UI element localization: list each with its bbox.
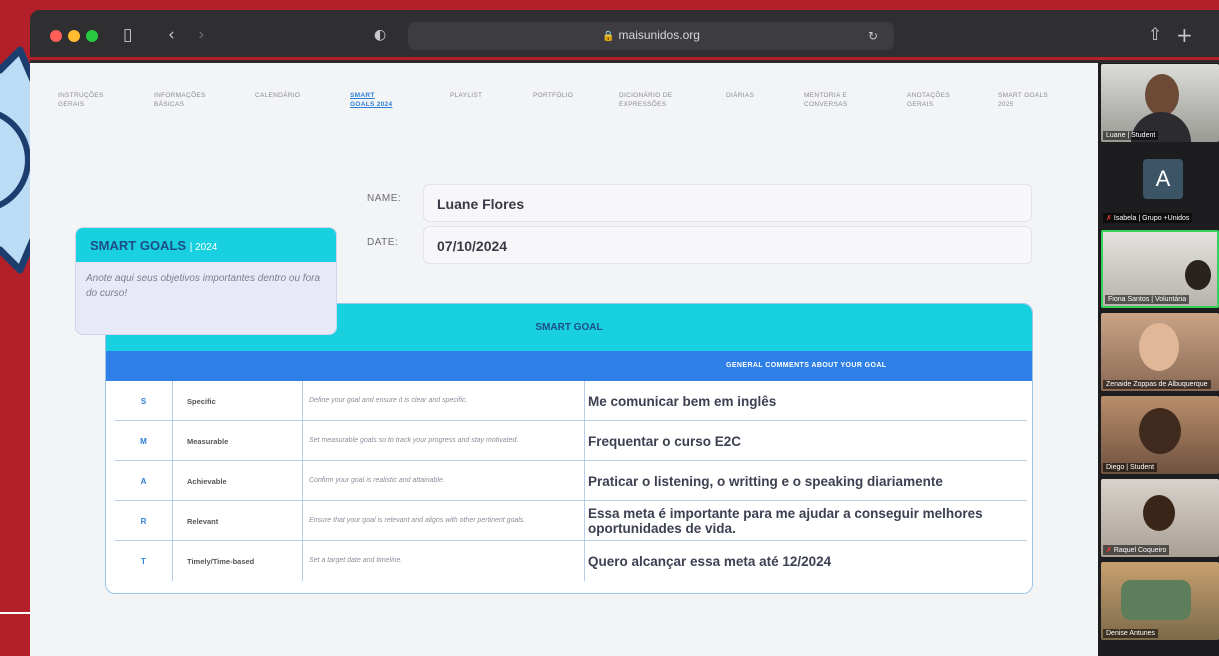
table-row: R Relevant Ensure that your goal is rele…	[115, 501, 1027, 541]
row-description: Define your goal and ensure it is clear …	[303, 381, 585, 421]
shield-icon[interactable]: ◐	[374, 23, 386, 47]
participant-name: Zenaide Zoppas de Albuquerque	[1103, 380, 1211, 389]
participants-sidebar: Luane | Student A ✗ Isabela | Grupo +Unid…	[1098, 63, 1219, 656]
row-letter: M	[115, 421, 173, 461]
participant-name: Isabela | Grupo +Unidos	[1113, 215, 1190, 222]
row-letter: R	[115, 501, 173, 541]
reload-icon[interactable]: ↻	[868, 24, 878, 48]
participant-avatar: A	[1143, 159, 1183, 199]
row-letter: S	[115, 381, 173, 421]
browser-window: ▯ ‹ › ◐ 🔒 maisunidos.org ↻ ⇧ + INSTRUÇÕES…	[30, 10, 1219, 656]
address-bar[interactable]: 🔒 maisunidos.org ↻	[408, 22, 894, 50]
nav-item-anotacoes[interactable]: ANOTAÇÕES GERAIS	[907, 91, 973, 109]
participant-name: Fiona Santos | Voluntária	[1105, 295, 1190, 304]
participant-tile[interactable]: Luane | Student	[1101, 64, 1219, 142]
date-field[interactable]: 07/10/2024	[423, 226, 1032, 264]
table-subheader: GENERAL COMMENTS ABOUT YOUR GOAL	[106, 351, 1032, 381]
row-description: Set a target date and timeline.	[303, 541, 585, 581]
muted-mic-icon: ✗	[1106, 215, 1112, 222]
maximize-window-icon[interactable]	[86, 30, 98, 42]
row-letter: A	[115, 461, 173, 501]
smart-goals-card: SMART GOALS | 2024 Anote aqui seus objet…	[75, 227, 337, 335]
row-description: Set measurable goals so to track your pr…	[303, 421, 585, 461]
row-criterion: Specific	[173, 381, 303, 421]
back-icon[interactable]: ‹	[168, 23, 175, 47]
row-criterion: Timely/Time-based	[173, 541, 303, 581]
nav-item-smart-goals-2024[interactable]: SMART GOALS 2024	[350, 91, 400, 109]
row-criterion: Achievable	[173, 461, 303, 501]
decorative-line	[0, 612, 30, 614]
participant-tile[interactable]: Denise Antunes	[1101, 562, 1219, 640]
card-body: Anote aqui seus objetivos importantes de…	[86, 273, 321, 299]
participant-tile[interactable]: Zenaide Zoppas de Albuquerque	[1101, 313, 1219, 391]
nav-item-smart-goals-2025[interactable]: SMART GOALS 2025	[998, 91, 1054, 109]
nav-item-instrucoes[interactable]: INSTRUÇÕES GERAIS	[58, 91, 124, 109]
lock-icon: 🔒	[602, 31, 615, 42]
participant-tile[interactable]: ✗ Raquel Coqueiro	[1101, 479, 1219, 557]
participant-tile[interactable]: A ✗ Isabela | Grupo +Unidos	[1101, 147, 1219, 225]
table-row: T Timely/Time-based Set a target date an…	[115, 541, 1027, 581]
nav-item-portfolio[interactable]: PORTFÓLIO	[533, 91, 599, 100]
row-letter: T	[115, 541, 173, 581]
participant-tile[interactable]: Diego | Student	[1101, 396, 1219, 474]
row-comment[interactable]: Me comunicar bem em inglês	[585, 381, 1027, 421]
participant-name: Luane | Student	[1103, 131, 1159, 140]
new-tab-icon[interactable]: +	[1176, 23, 1193, 47]
nav-item-dicionario[interactable]: DICIONÁRIO DE EXPRESSÕES	[619, 91, 699, 109]
card-year: | 2024	[189, 242, 218, 253]
table-row: M Measurable Set measurable goals so to …	[115, 421, 1027, 461]
table-row: A Achievable Confirm your goal is realis…	[115, 461, 1027, 501]
row-description: Ensure that your goal is relevant and al…	[303, 501, 585, 541]
share-icon[interactable]: ⇧	[1148, 23, 1162, 47]
nav-item-calendario[interactable]: CALENDÁRIO	[255, 91, 321, 100]
nav-item-informacoes[interactable]: INFORMAÇÕES BÁSICAS	[154, 91, 220, 109]
comments-header: GENERAL COMMENTS ABOUT YOUR GOAL	[726, 362, 887, 369]
nav-item-playlist[interactable]: PLAYLIST	[450, 91, 516, 100]
card-title: SMART GOALS	[90, 238, 187, 253]
close-window-icon[interactable]	[50, 30, 62, 42]
row-comment[interactable]: Frequentar o curso E2C	[585, 421, 1027, 461]
url-text: maisunidos.org	[618, 28, 700, 42]
participant-name: Denise Antunes	[1103, 629, 1159, 638]
muted-mic-icon: ✗	[1106, 547, 1112, 554]
smart-goal-table: SMART GOAL GENERAL COMMENTS ABOUT YOUR G…	[105, 303, 1033, 594]
row-description: Confirm your goal is realistic and attai…	[303, 461, 585, 501]
row-comment[interactable]: Praticar o listening, o writting e o spe…	[585, 461, 1027, 501]
forward-icon[interactable]: ›	[198, 23, 205, 47]
participant-name: Raquel Coqueiro	[1113, 547, 1167, 554]
date-label: DATE:	[367, 237, 399, 248]
participant-name: Diego | Student	[1103, 463, 1158, 472]
minimize-window-icon[interactable]	[68, 30, 80, 42]
nav-item-mentoria[interactable]: MENTORIA E CONVERSAS	[804, 91, 874, 109]
participant-tile[interactable]: Fiona Santos | Voluntária	[1101, 230, 1219, 308]
row-comment[interactable]: Quero alcançar essa meta até 12/2024	[585, 541, 1027, 581]
row-criterion: Relevant	[173, 501, 303, 541]
nav-item-diarias[interactable]: DIÁRIAS	[726, 91, 792, 100]
sidebar-toggle-icon[interactable]: ▯	[123, 23, 132, 47]
top-navigation: INSTRUÇÕES GERAIS INFORMAÇÕES BÁSICAS CA…	[30, 91, 1098, 131]
page-content: INSTRUÇÕES GERAIS INFORMAÇÕES BÁSICAS CA…	[30, 63, 1098, 656]
table-row: S Specific Define your goal and ensure i…	[115, 381, 1027, 421]
row-criterion: Measurable	[173, 421, 303, 461]
browser-titlebar: ▯ ‹ › ◐ 🔒 maisunidos.org ↻ ⇧ +	[30, 10, 1219, 60]
row-comment[interactable]: Essa meta é importante para me ajudar a …	[585, 501, 1027, 541]
name-field[interactable]: Luane Flores	[423, 184, 1032, 222]
name-label: NAME:	[367, 193, 402, 204]
